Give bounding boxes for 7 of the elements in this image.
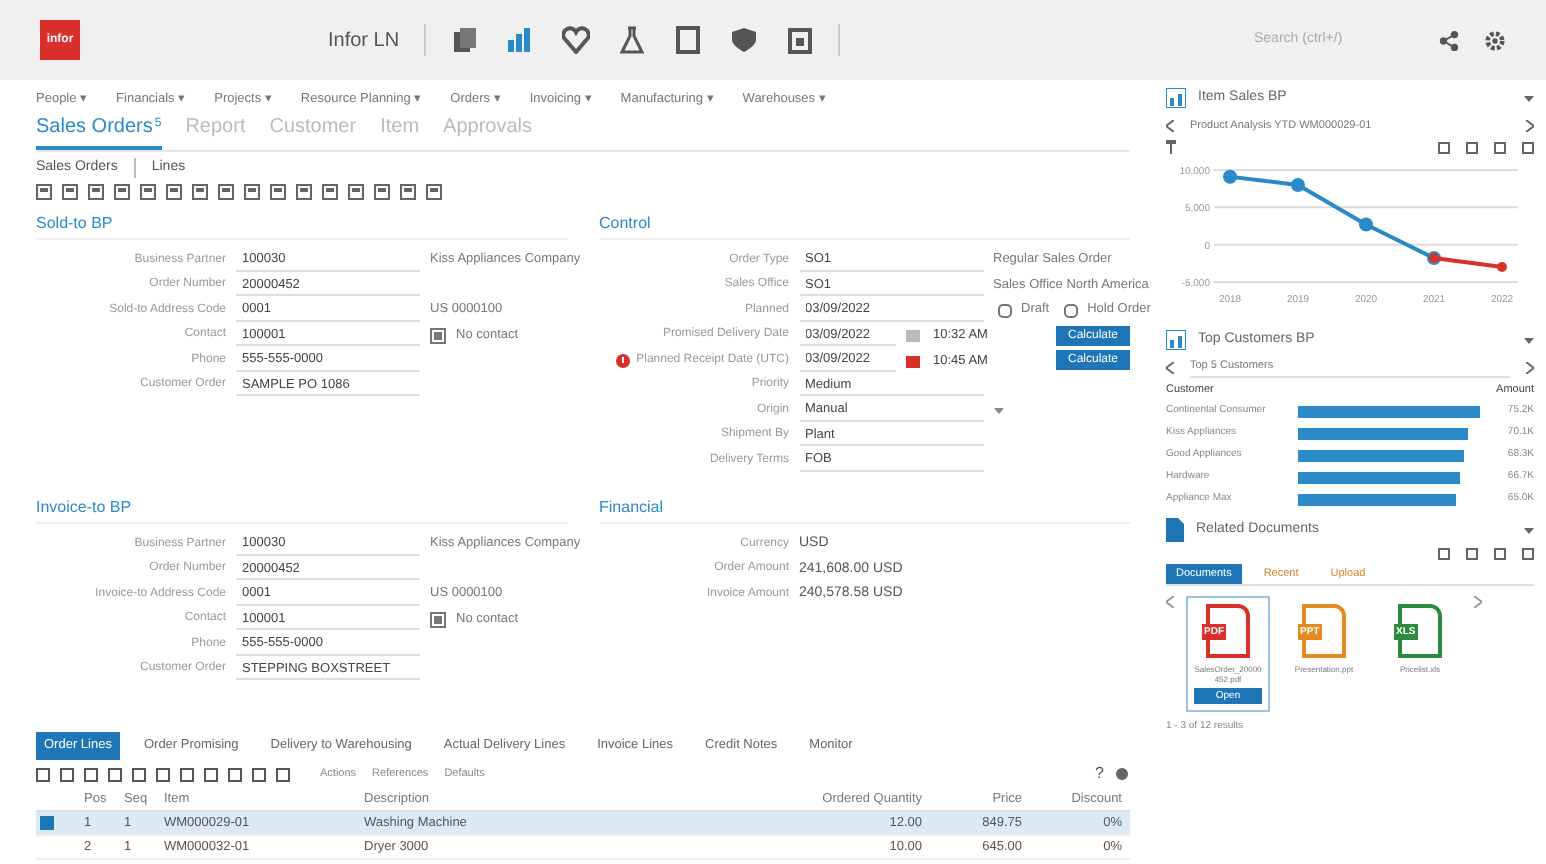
help-button[interactable]: ?: [1095, 766, 1104, 782]
section-title: Financial: [599, 496, 1130, 524]
page-tab[interactable]: Sales Orders$^{5}$: [36, 112, 162, 150]
section-title: Sold-to BP: [36, 212, 567, 240]
section-title: Control: [599, 212, 1130, 240]
section-title: Invoice-to BP: [36, 496, 567, 524]
app-title: Infor LN: [328, 27, 400, 55]
